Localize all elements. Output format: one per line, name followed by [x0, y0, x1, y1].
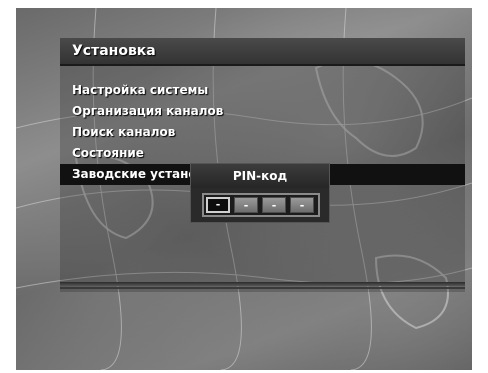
pin-digit-1[interactable]: -: [206, 197, 230, 213]
menu-item-status[interactable]: Состояние: [60, 143, 465, 164]
tv-screen: Установка Настройка системы Организация …: [16, 8, 472, 370]
pin-dialog-title: PIN-код: [191, 164, 329, 188]
menu-title: Установка: [60, 38, 465, 64]
menu-item-channel-search[interactable]: Поиск каналов: [60, 122, 465, 143]
menu-item-channel-organization[interactable]: Организация каналов: [60, 101, 465, 122]
pin-digit-3[interactable]: -: [262, 197, 286, 213]
pin-digit-2[interactable]: -: [234, 197, 258, 213]
pin-entry-field[interactable]: - - - -: [202, 193, 320, 217]
pin-code-dialog: PIN-код - - - -: [190, 163, 330, 223]
title-divider: [60, 64, 465, 66]
menu-item-system-settings[interactable]: Настройка системы: [60, 80, 465, 101]
panel-bottom-bar: [60, 282, 465, 286]
pin-digit-4[interactable]: -: [290, 197, 314, 213]
panel-bottom-line: [60, 287, 465, 289]
